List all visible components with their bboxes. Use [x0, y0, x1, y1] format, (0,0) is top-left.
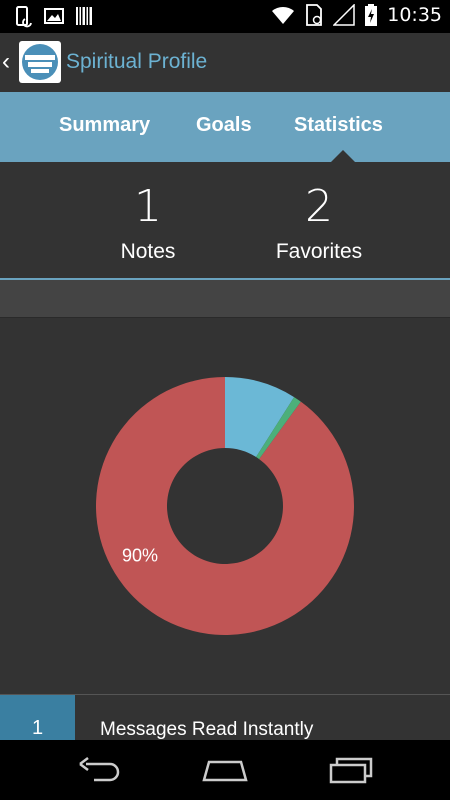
barcode-icon [76, 7, 92, 25]
back-icon[interactable] [76, 756, 124, 784]
notes-label: Notes [120, 240, 176, 263]
status-left-icons [14, 6, 92, 28]
logo-text-mark [25, 55, 55, 73]
app-logo[interactable] [19, 41, 61, 83]
phone-sync-icon [16, 6, 32, 28]
active-tab-indicator [331, 150, 355, 162]
page-title: Spiritual Profile [66, 50, 208, 73]
image-icon [44, 8, 64, 24]
list-item[interactable]: 1 Messages Read Instantly [0, 694, 450, 741]
recents-icon[interactable] [327, 756, 375, 784]
screen: 10:35 ‹ Spiritual Profile Summary Goals … [0, 0, 450, 800]
home-icon[interactable] [201, 756, 249, 784]
row-count: 1 [0, 695, 75, 741]
favorites-count: 2 [305, 181, 333, 232]
favorites-label: Favorites [275, 240, 363, 263]
signal-icon [333, 4, 355, 26]
sim-icon [306, 4, 323, 26]
app-header: ‹ Spiritual Profile [0, 33, 450, 91]
status-right-icons: 10:35 [271, 4, 442, 26]
back-chevron-icon[interactable]: ‹ [2, 48, 18, 76]
tab-goals[interactable]: Goals [196, 114, 252, 137]
donut-chart: 90% [96, 377, 355, 635]
notes-count: 1 [134, 181, 162, 232]
tab-summary[interactable]: Summary [59, 114, 150, 137]
status-bar: 10:35 [0, 0, 450, 33]
notes-stat[interactable]: 1 Notes [88, 180, 208, 266]
navigation-bar [0, 740, 450, 800]
tab-bar: Summary Goals Statistics [0, 92, 450, 162]
favorites-stat[interactable]: 2 Favorites [250, 180, 388, 266]
status-clock: 10:35 [387, 4, 442, 26]
donut-slice-label-0: 90% [122, 545, 158, 565]
section-band [0, 280, 450, 318]
tab-statistics[interactable]: Statistics [294, 114, 383, 137]
battery-charging-icon [365, 4, 378, 26]
row-label: Messages Read Instantly [100, 719, 314, 740]
wifi-icon [272, 6, 295, 25]
